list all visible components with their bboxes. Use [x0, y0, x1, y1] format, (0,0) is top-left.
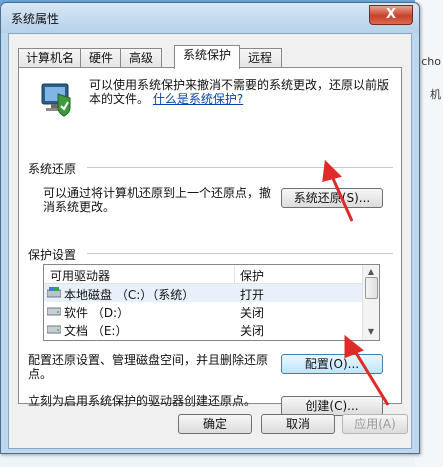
annotation-arrow: [322, 159, 354, 222]
tab-system-protection[interactable]: 系统保护: [174, 45, 240, 69]
annotation-arrows: [322, 159, 390, 406]
annotation-arrow: [344, 334, 390, 406]
